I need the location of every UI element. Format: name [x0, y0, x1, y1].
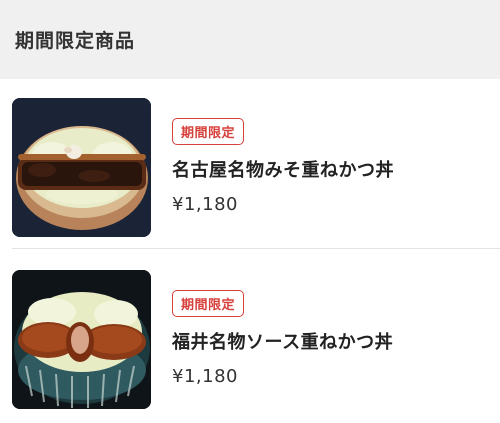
- page-header: 期間限定商品: [0, 0, 500, 79]
- page-title: 期間限定商品: [15, 30, 136, 52]
- product-image[interactable]: [12, 270, 151, 409]
- miso-katsudon-photo-icon: [12, 98, 151, 237]
- sauce-katsudon-photo-icon: [12, 270, 151, 409]
- product-name[interactable]: 福井名物ソース重ねかつ丼: [172, 328, 393, 354]
- product-name[interactable]: 名古屋名物みそ重ねかつ丼: [172, 156, 394, 182]
- product-price: ¥1,180: [172, 194, 238, 215]
- item-divider: [12, 248, 500, 249]
- product-image[interactable]: [12, 98, 151, 237]
- product-item-sauce-katsudon[interactable]: 期間限定 福井名物ソース重ねかつ丼 ¥1,180: [0, 251, 500, 423]
- product-price: ¥1,180: [172, 366, 238, 387]
- limited-time-badge: 期間限定: [172, 118, 245, 145]
- product-item-miso-katsudon[interactable]: 期間限定 名古屋名物みそ重ねかつ丼 ¥1,180: [0, 79, 500, 251]
- limited-time-badge: 期間限定: [172, 290, 245, 317]
